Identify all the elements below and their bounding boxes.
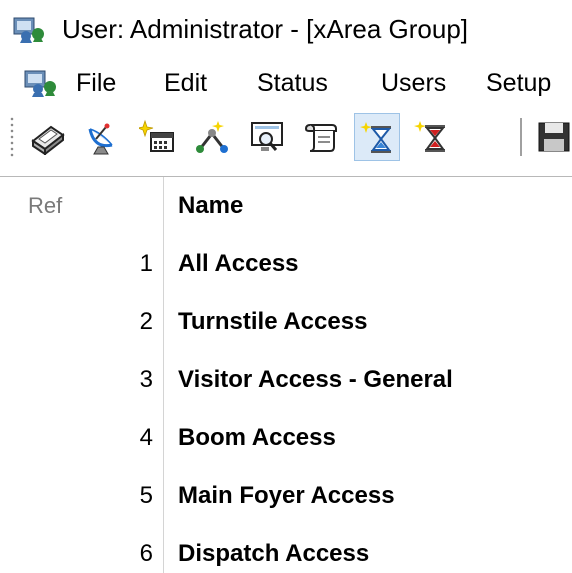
cell-ref: 1 — [10, 235, 164, 293]
cell-name: Boom Access — [178, 424, 336, 451]
dish-button[interactable] — [79, 113, 125, 161]
scroll-icon — [304, 124, 337, 152]
app-logo-icon — [13, 17, 44, 43]
menu-bar: File Edit Status Users Setup — [0, 58, 572, 108]
grid-header: Ref Name — [10, 177, 572, 236]
network-tool-icon — [196, 121, 228, 153]
menu-status[interactable]: Status — [257, 58, 328, 108]
document-menu-icon[interactable] — [22, 66, 62, 98]
save-icon — [538, 122, 570, 152]
table-row[interactable]: 5 Main Foyer Access — [10, 467, 572, 526]
cell-name: All Access — [178, 250, 299, 277]
scroll-button[interactable] — [299, 113, 345, 161]
new-calendar-button[interactable] — [134, 113, 180, 161]
cell-name: Turnstile Access — [178, 308, 368, 335]
calendar-new-icon — [139, 119, 174, 152]
app-window: User: Administrator - [xArea Group] File… — [0, 0, 572, 573]
new-hourglass-button[interactable] — [354, 113, 400, 161]
network-tool-button[interactable] — [189, 113, 235, 161]
group-grid: Ref Name 1 All Access 2 Turnstile Access… — [0, 176, 572, 573]
hourglass-new-icon — [360, 122, 392, 153]
toolbar-grip[interactable] — [10, 116, 14, 158]
cell-name: Dispatch Access — [178, 540, 370, 567]
table-row[interactable]: 1 All Access — [10, 235, 572, 294]
window-title: User: Administrator - [xArea Group] — [62, 14, 469, 44]
screen-search-icon — [251, 122, 283, 151]
column-header-ref[interactable]: Ref — [10, 177, 164, 235]
table-row[interactable]: 3 Visitor Access - General — [10, 351, 572, 410]
cell-ref: 6 — [10, 525, 164, 573]
cell-ref: 2 — [10, 293, 164, 351]
table-row[interactable]: 6 Dispatch Access — [10, 525, 572, 573]
screen-search-button[interactable] — [244, 113, 290, 161]
save-button[interactable] — [532, 113, 572, 161]
menu-file[interactable]: File — [76, 58, 116, 108]
cell-ref: 3 — [10, 351, 164, 409]
title-bar[interactable]: User: Administrator - [xArea Group] — [0, 0, 572, 58]
menu-setup[interactable]: Setup — [486, 58, 551, 108]
menu-users[interactable]: Users — [381, 58, 446, 108]
cell-ref: 4 — [10, 409, 164, 467]
menu-edit[interactable]: Edit — [164, 58, 207, 108]
cell-ref: 5 — [10, 467, 164, 525]
toolbar-separator — [520, 118, 522, 156]
table-row[interactable]: 2 Turnstile Access — [10, 293, 572, 352]
scanner-button[interactable] — [24, 113, 70, 161]
scanner-icon — [31, 125, 65, 155]
table-row[interactable]: 4 Boom Access — [10, 409, 572, 468]
column-header-name[interactable]: Name — [178, 177, 243, 235]
cell-name: Main Foyer Access — [178, 482, 395, 509]
satellite-dish-icon — [88, 123, 113, 155]
hourglass-red-icon — [414, 121, 446, 152]
toolbar — [0, 108, 572, 166]
red-hourglass-button[interactable] — [409, 113, 455, 161]
cell-name: Visitor Access - General — [178, 366, 453, 393]
